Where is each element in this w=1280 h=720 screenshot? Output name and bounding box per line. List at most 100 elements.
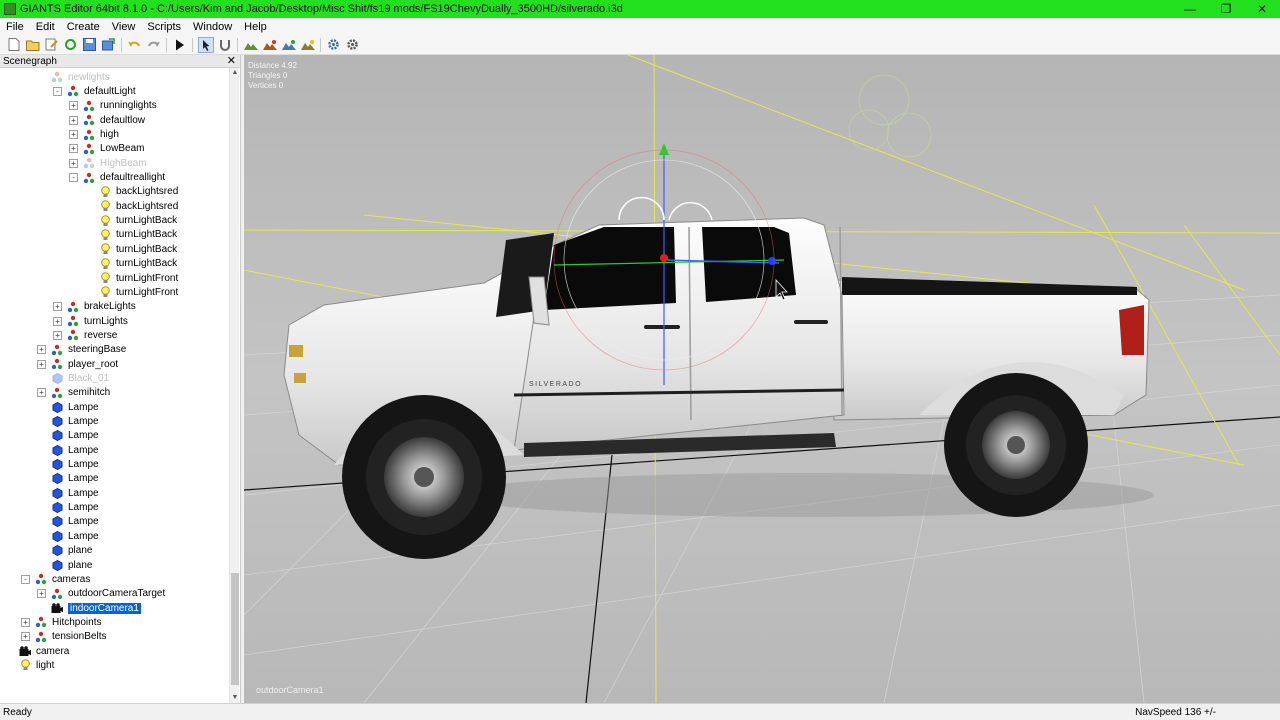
scenegraph-node[interactable]: + Hitchpoints bbox=[21, 615, 101, 629]
menu-help[interactable]: Help bbox=[238, 21, 273, 33]
terrain-tool-icon[interactable] bbox=[243, 37, 259, 53]
scenegraph-node[interactable]: Lampe bbox=[37, 443, 99, 457]
scenegraph-node[interactable]: + runninglights bbox=[69, 99, 157, 113]
restore-button[interactable]: ❐ bbox=[1208, 0, 1244, 18]
foliage-tool-icon[interactable] bbox=[281, 37, 297, 53]
scenegraph-node[interactable]: + brakeLights bbox=[53, 300, 136, 314]
menu-create[interactable]: Create bbox=[61, 21, 106, 33]
shape-icon bbox=[51, 473, 63, 485]
scenegraph-node[interactable]: - defaultLight bbox=[53, 84, 136, 98]
scenegraph-node[interactable]: Lampe bbox=[37, 486, 99, 500]
expand-node-icon[interactable]: + bbox=[21, 632, 30, 642]
scenegraph-node-label: Lampe bbox=[68, 487, 99, 499]
expand-node-icon[interactable]: + bbox=[37, 359, 46, 369]
scenegraph-node[interactable]: turnLightBack bbox=[85, 228, 177, 242]
settings-gear-icon[interactable] bbox=[326, 37, 342, 53]
scroll-up-icon[interactable]: ▲ bbox=[230, 68, 240, 78]
scenegraph-node[interactable]: Lampe bbox=[37, 414, 99, 428]
scenegraph-node[interactable]: Black_01 bbox=[37, 371, 109, 385]
scenegraph-node[interactable]: - defaultreallight bbox=[69, 170, 165, 184]
minimize-button[interactable]: — bbox=[1172, 0, 1208, 18]
edit-file-icon[interactable] bbox=[44, 37, 60, 53]
scenegraph-node[interactable]: Lampe bbox=[37, 515, 99, 529]
magnet-icon[interactable] bbox=[217, 37, 233, 53]
scenegraph-node[interactable]: + tensionBelts bbox=[21, 630, 106, 644]
scenegraph-node[interactable]: + high bbox=[69, 127, 119, 141]
light-bulb-icon bbox=[99, 243, 111, 255]
save-icon[interactable] bbox=[82, 37, 98, 53]
scenegraph-node[interactable]: Lampe bbox=[37, 529, 99, 543]
menu-file[interactable]: File bbox=[0, 21, 30, 33]
scenegraph-node[interactable]: turnLightFront bbox=[85, 271, 178, 285]
scenegraph-node[interactable]: Lampe bbox=[37, 429, 99, 443]
reload-icon[interactable] bbox=[63, 37, 79, 53]
new-file-icon[interactable] bbox=[6, 37, 22, 53]
menu-edit[interactable]: Edit bbox=[30, 21, 61, 33]
scenegraph-node[interactable]: Lampe bbox=[37, 472, 99, 486]
expand-node-icon[interactable]: + bbox=[53, 316, 62, 326]
scenegraph-node[interactable]: newlights bbox=[37, 70, 110, 84]
scenegraph-node[interactable]: + player_root bbox=[37, 357, 118, 371]
redo-icon[interactable] bbox=[146, 37, 162, 53]
scenegraph-node[interactable]: + LowBeam bbox=[69, 142, 144, 156]
play-icon[interactable] bbox=[172, 37, 188, 53]
collapse-node-icon[interactable]: - bbox=[21, 574, 30, 584]
scenegraph-node[interactable]: plane bbox=[37, 544, 92, 558]
scenegraph-node[interactable]: + reverse bbox=[53, 328, 117, 342]
scenegraph-node[interactable]: turnLightBack bbox=[85, 242, 177, 256]
scenegraph-node[interactable]: + steeringBase bbox=[37, 343, 126, 357]
expand-node-icon[interactable]: + bbox=[37, 345, 46, 355]
scenegraph-node[interactable]: camera bbox=[5, 644, 69, 658]
scroll-down-icon[interactable]: ▼ bbox=[230, 693, 240, 703]
scenegraph-node[interactable]: backLightsred bbox=[85, 199, 178, 213]
light-bulb-icon bbox=[99, 214, 111, 227]
3d-viewport[interactable]: SILVERADO Distance 4.92 Triangles 0 Vert… bbox=[244, 55, 1280, 703]
scenegraph-node[interactable]: Lampe bbox=[37, 501, 99, 515]
collapse-node-icon[interactable]: - bbox=[69, 173, 78, 183]
scenegraph-node[interactable]: turnLightBack bbox=[85, 214, 177, 228]
scenegraph-scrollbar[interactable]: ▲ ▼ bbox=[229, 68, 239, 703]
scenegraph-node[interactable]: indoorCamera1 bbox=[37, 601, 141, 615]
expand-node-icon[interactable]: + bbox=[69, 158, 78, 168]
scenegraph-node-label: brakeLights bbox=[84, 301, 136, 313]
scenegraph-node[interactable]: turnLightFront bbox=[85, 285, 178, 299]
settings-gear-alt-icon[interactable] bbox=[345, 37, 361, 53]
decal-tool-icon[interactable] bbox=[300, 37, 316, 53]
open-folder-icon[interactable] bbox=[25, 37, 41, 53]
scenegraph-node[interactable]: plane bbox=[37, 558, 92, 572]
scenegraph-node[interactable]: + turnLights bbox=[53, 314, 128, 328]
expand-node-icon[interactable]: + bbox=[21, 617, 30, 627]
close-button[interactable]: ✕ bbox=[1244, 0, 1280, 18]
expand-node-icon[interactable]: + bbox=[53, 330, 62, 340]
paint-tool-icon[interactable] bbox=[262, 37, 278, 53]
expand-node-icon[interactable]: + bbox=[53, 302, 62, 312]
scenegraph-node[interactable]: + HighBeam bbox=[69, 156, 147, 170]
expand-node-icon[interactable]: + bbox=[37, 388, 46, 398]
menu-window[interactable]: Window bbox=[187, 21, 238, 33]
expand-node-icon[interactable]: + bbox=[69, 130, 78, 140]
undo-icon[interactable] bbox=[127, 37, 143, 53]
viewport-scene: SILVERADO bbox=[244, 55, 1280, 703]
expand-node-icon[interactable]: + bbox=[37, 589, 46, 599]
scenegraph-node[interactable]: + semihitch bbox=[37, 386, 110, 400]
expand-node-icon[interactable]: + bbox=[69, 144, 78, 154]
expand-node-icon[interactable]: + bbox=[69, 101, 78, 111]
close-panel-icon[interactable]: ✕ bbox=[227, 55, 236, 68]
stat-triangles: Triangles 0 bbox=[248, 71, 288, 80]
scenegraph-node[interactable]: Lampe bbox=[37, 400, 99, 414]
menu-view[interactable]: View bbox=[106, 21, 142, 33]
scrollbar-thumb[interactable] bbox=[231, 573, 239, 685]
scenegraph-node[interactable]: + outdoorCameraTarget bbox=[37, 587, 165, 601]
export-icon[interactable] bbox=[101, 37, 117, 53]
menu-scripts[interactable]: Scripts bbox=[141, 21, 187, 33]
scenegraph-node[interactable]: - cameras bbox=[21, 572, 90, 586]
collapse-node-icon[interactable]: - bbox=[53, 86, 62, 96]
scenegraph-node[interactable]: Lampe bbox=[37, 457, 99, 471]
scenegraph-node[interactable]: turnLightBack bbox=[85, 257, 177, 271]
scenegraph-node[interactable]: light bbox=[5, 658, 54, 672]
scenegraph-node[interactable]: + defaultlow bbox=[69, 113, 145, 127]
transform-group-icon bbox=[67, 329, 79, 341]
select-tool-icon[interactable] bbox=[197, 36, 214, 53]
expand-node-icon[interactable]: + bbox=[69, 115, 78, 125]
scenegraph-node[interactable]: backLightsred bbox=[85, 185, 178, 199]
